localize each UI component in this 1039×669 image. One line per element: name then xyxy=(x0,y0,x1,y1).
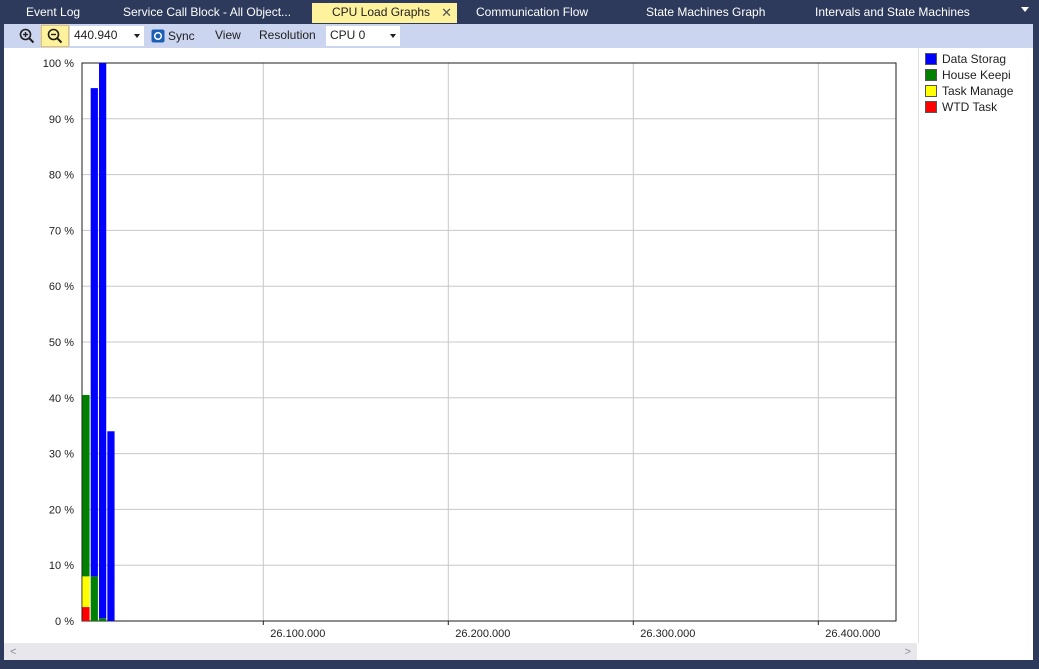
zoom-in-button[interactable] xyxy=(16,25,38,47)
zoom-level-value: 440.940 xyxy=(74,28,118,42)
legend-swatch xyxy=(925,101,937,113)
y-tick-label: 30 % xyxy=(49,449,74,461)
tab-communication-flow[interactable]: Communication Flow xyxy=(476,3,626,23)
zoom-level-combo[interactable]: 440.940 xyxy=(70,26,144,46)
chart-legend: Data Storag House Keepi Task Manage WTD Tas… xyxy=(918,48,1033,643)
resolution-menu-button[interactable]: Resolution xyxy=(259,28,316,42)
bar-segment-data-storag xyxy=(99,63,107,619)
horizontal-scrollbar[interactable]: < > xyxy=(4,643,917,660)
x-tick-label: 26.300.000 xyxy=(640,628,695,640)
y-tick-label: 90 % xyxy=(49,114,74,126)
sync-label: Sync xyxy=(168,29,195,43)
chart-pane: 0 % 10 % 20 % 30 % 40 % 50 % 60 % 70 % 80 % 90 % 1… xyxy=(4,48,1033,660)
legend-swatch xyxy=(925,53,937,65)
bar-segment-data-storag xyxy=(107,431,115,621)
sync-icon xyxy=(151,29,165,43)
legend-item: WTD Task xyxy=(925,100,997,114)
legend-item: House Keepi xyxy=(925,68,1011,82)
y-tick-label: 50 % xyxy=(49,337,74,349)
document-tab-strip: Event Log Service Call Block - All Objec… xyxy=(0,0,1039,24)
zoom-in-icon xyxy=(19,28,35,44)
bar-segment-wtd-task xyxy=(82,607,90,621)
chart-toolbar: 440.940 Sync View Resolution CPU 0 xyxy=(4,24,1033,48)
tab-state-machines-graph[interactable]: State Machines Graph xyxy=(646,3,796,23)
legend-label: Task Manage xyxy=(942,84,1014,98)
view-menu-button[interactable]: View xyxy=(215,28,241,42)
legend-label: House Keepi xyxy=(942,68,1011,82)
cpu-load-chart[interactable]: 0 % 10 % 20 % 30 % 40 % 50 % 60 % 70 % 80 % 90 % 1… xyxy=(4,48,917,643)
y-tick-label: 20 % xyxy=(49,504,74,516)
y-tick-label: 60 % xyxy=(49,281,74,293)
scroll-right-icon[interactable]: > xyxy=(905,646,911,658)
legend-item: Data Storag xyxy=(925,52,1006,66)
legend-item: Task Manage xyxy=(925,84,1013,98)
y-tick-label: 10 % xyxy=(49,560,74,572)
chevron-down-icon[interactable] xyxy=(390,34,396,38)
close-icon[interactable]: ✕ xyxy=(441,3,452,22)
scroll-left-icon[interactable]: < xyxy=(10,646,16,658)
sync-button[interactable]: Sync xyxy=(148,25,198,47)
bar-segment-data-storag xyxy=(90,88,98,577)
legend-label: Data Storag xyxy=(942,52,1007,66)
bar-segment-house-keepi xyxy=(90,576,98,621)
tab-service-call-block[interactable]: Service Call Block - All Object... xyxy=(123,3,303,23)
bar-segment-house-keepi xyxy=(82,395,90,577)
legend-swatch xyxy=(925,85,937,97)
cpu-load-chart-svg: 0 % 10 % 20 % 30 % 40 % 50 % 60 % 70 % 80 % 90 % 1… xyxy=(43,58,897,640)
y-tick-label: 0 % xyxy=(55,616,74,628)
tab-event-log[interactable]: Event Log xyxy=(26,3,106,23)
y-tick-label: 100 % xyxy=(43,58,74,70)
x-tick-label: 26.100.000 xyxy=(270,628,325,640)
tab-cpu-load-graphs[interactable]: CPU Load Graphs ✕ xyxy=(312,3,457,23)
cpu-select-value: CPU 0 xyxy=(330,28,366,42)
legend-swatch xyxy=(925,69,937,81)
legend-label: WTD Task xyxy=(942,100,998,114)
y-tick-label: 40 % xyxy=(49,393,74,405)
y-tick-label: 70 % xyxy=(49,225,74,237)
y-tick-label: 80 % xyxy=(49,170,74,182)
x-tick-label: 26.400.000 xyxy=(825,628,880,640)
cpu-select[interactable]: CPU 0 xyxy=(326,26,400,46)
window-bottom-edge xyxy=(0,660,1039,669)
bar-segment-task-manage xyxy=(82,576,90,608)
x-tick-label: 26.200.000 xyxy=(455,628,510,640)
tab-overflow-chevron-down-icon[interactable] xyxy=(1021,7,1029,12)
chevron-down-icon[interactable] xyxy=(134,34,140,38)
zoom-out-button[interactable] xyxy=(41,25,69,47)
bar-segment-house-keepi xyxy=(99,618,107,621)
tab-intervals-and-state-machines[interactable]: Intervals and State Machines xyxy=(815,3,1005,23)
tab-cpu-load-graphs-label: CPU Load Graphs xyxy=(332,5,431,19)
zoom-out-icon xyxy=(47,28,63,44)
